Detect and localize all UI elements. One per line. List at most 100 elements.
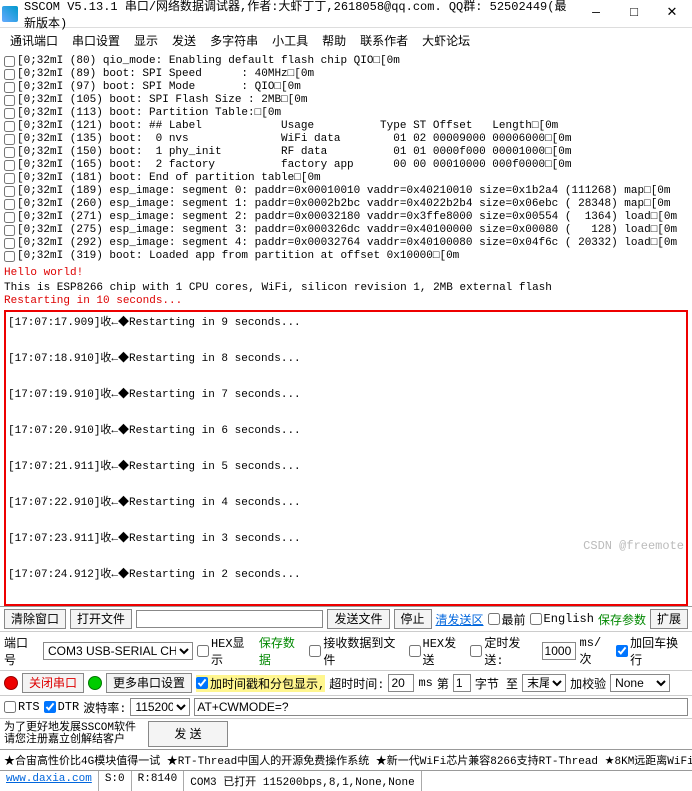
send-button[interactable]: 发 送	[148, 721, 228, 747]
menu-port[interactable]: 通讯端口	[4, 30, 64, 51]
restart-line: [17:07:24.912]收←◆Restarting in 2 seconds…	[8, 566, 684, 584]
close-port-button[interactable]: 关闭串口	[22, 673, 84, 693]
hello-line: Hello world!	[0, 265, 692, 282]
log-line-checkbox[interactable]	[4, 56, 15, 67]
log-line: [0;32mI (80) qio_mode: Enabling default …	[4, 55, 688, 68]
english-checkbox[interactable]: English	[530, 612, 594, 626]
timeout-label: 超时时间:	[329, 675, 384, 692]
restart-line: [17:07:20.910]收←◆Restarting in 6 seconds…	[8, 422, 684, 440]
log-line: [0;32mI (113) boot: Partition Table:□[0m	[4, 107, 688, 120]
timed-ms-input[interactable]	[542, 642, 576, 660]
menu-multistr[interactable]: 多字符串	[204, 30, 264, 51]
log-line-text: [0;32mI (165) boot: 2 factory factory ap…	[17, 159, 572, 172]
log-line: [0;32mI (319) boot: Loaded app from part…	[4, 250, 688, 263]
ad-bar: ★合宙高性价比4G模块值得一试 ★RT-Thread中国人的开源免费操作系统 ★…	[0, 749, 692, 770]
app-icon	[2, 6, 18, 22]
toolbar-3: 关闭串口 更多串口设置 加时间戳和分包显示, 超时时间: ms 第 字节 至 末…	[0, 670, 692, 695]
minimize-button[interactable]: —	[578, 3, 614, 25]
menu-serial[interactable]: 串口设置	[66, 30, 126, 51]
hint-line1: 为了更好地发展SSCOM软件	[4, 722, 136, 734]
save-data-link[interactable]: 保存数据	[259, 634, 306, 668]
more-settings-button[interactable]: 更多串口设置	[106, 673, 192, 693]
close-button[interactable]: ✕	[654, 3, 690, 25]
save-params-link[interactable]: 保存参数	[598, 611, 646, 628]
menu-help[interactable]: 帮助	[316, 30, 352, 51]
maximize-button[interactable]: □	[616, 3, 652, 25]
log-line-checkbox[interactable]	[4, 238, 15, 249]
port-select[interactable]: COM3 USB-SERIAL CH340	[43, 642, 193, 660]
ms-unit: ms/次	[580, 636, 613, 667]
log-line-text: [0;32mI (319) boot: Loaded app from part…	[17, 250, 459, 263]
log-line-text: [0;32mI (89) boot: SPI Speed : 40MHz□[0m	[17, 68, 314, 81]
crlf-checkbox[interactable]: 加回车换行	[616, 634, 688, 668]
log-line: [0;32mI (292) esp_image: segment 4: padd…	[4, 237, 688, 250]
menu-forum[interactable]: 大虾论坛	[416, 30, 476, 51]
byte-from-input[interactable]	[453, 674, 471, 692]
send-file-button[interactable]: 发送文件	[327, 609, 389, 629]
stop-button[interactable]: 停止	[394, 609, 432, 629]
clear-send-link[interactable]: 清发送区	[436, 611, 484, 628]
log-line: [0;32mI (189) esp_image: segment 0: padd…	[4, 185, 688, 198]
log-line-checkbox[interactable]	[4, 173, 15, 184]
menu-tools[interactable]: 小工具	[266, 30, 314, 51]
log-line-checkbox[interactable]	[4, 251, 15, 262]
menu-display[interactable]: 显示	[128, 30, 164, 51]
open-file-button[interactable]: 打开文件	[70, 609, 132, 629]
log-line: [0;32mI (121) boot: ## Label Usage Type …	[4, 120, 688, 133]
log-line-checkbox[interactable]	[4, 225, 15, 236]
rts-checkbox[interactable]: RTS	[4, 700, 40, 714]
watermark: CSDN @freemote	[583, 539, 684, 553]
log-line: [0;32mI (165) boot: 2 factory factory ap…	[4, 159, 688, 172]
toolbar-5: 为了更好地发展SSCOM软件 请您注册嘉立创解结客户 发 送	[0, 718, 692, 749]
log-line-text: [0;32mI (80) qio_mode: Enabling default …	[17, 55, 400, 68]
byte-to-select[interactable]: 末尾	[522, 674, 566, 692]
log-line-checkbox[interactable]	[4, 108, 15, 119]
file-path-input[interactable]	[136, 610, 323, 628]
chip-info: This is ESP8266 chip with 1 CPU cores, W…	[0, 282, 692, 295]
toolbar-4: RTS DTR 波特率: 115200	[0, 695, 692, 718]
log-line-checkbox[interactable]	[4, 212, 15, 223]
menu-contact[interactable]: 联系作者	[354, 30, 414, 51]
checksum-label: 加校验	[570, 675, 606, 692]
toolbar-1: 清除窗口 打开文件 发送文件 停止 清发送区 最前 English 保存参数 扩…	[0, 606, 692, 631]
log-line-checkbox[interactable]	[4, 82, 15, 93]
log-line: [0;32mI (89) boot: SPI Speed : 40MHz□[0m	[4, 68, 688, 81]
checksum-select[interactable]: None	[610, 674, 670, 692]
log-line: [0;32mI (135) boot: 0 nvs WiFi data 01 0…	[4, 133, 688, 146]
log-line-checkbox[interactable]	[4, 95, 15, 106]
hex-send-checkbox[interactable]: HEX发送	[409, 634, 467, 668]
log-line-checkbox[interactable]	[4, 160, 15, 171]
toolbar-2: 端口号 COM3 USB-SERIAL CH340 HEX显示 保存数据 接收数…	[0, 631, 692, 670]
restart-line: [17:07:19.910]收←◆Restarting in 7 seconds…	[8, 386, 684, 404]
timeout-input[interactable]	[388, 674, 414, 692]
log-line-checkbox[interactable]	[4, 147, 15, 158]
timed-send-checkbox[interactable]: 定时发送:	[470, 634, 537, 668]
status-led-green-icon	[88, 676, 102, 690]
log-line-checkbox[interactable]	[4, 134, 15, 145]
log-line-checkbox[interactable]	[4, 186, 15, 197]
topmost-checkbox[interactable]: 最前	[488, 611, 526, 628]
status-site[interactable]: www.daxia.com	[0, 771, 99, 791]
clear-window-button[interactable]: 清除窗口	[4, 609, 66, 629]
status-led-red-icon	[4, 676, 18, 690]
send-input[interactable]	[194, 698, 688, 716]
log-line-text: [0;32mI (113) boot: Partition Table:□[0m	[17, 107, 281, 120]
highlight-box: [17:07:17.909]收←◆Restarting in 9 seconds…	[4, 310, 688, 606]
log-line-text: [0;32mI (189) esp_image: segment 0: padd…	[17, 185, 671, 198]
baud-select[interactable]: 115200	[130, 698, 190, 716]
dtr-checkbox[interactable]: DTR	[44, 700, 80, 714]
menubar: 通讯端口 串口设置 显示 发送 多字符串 小工具 帮助 联系作者 大虾论坛	[0, 28, 692, 53]
log-line-text: [0;32mI (271) esp_image: segment 2: padd…	[17, 211, 677, 224]
log-line-text: [0;32mI (105) boot: SPI Flash Size : 2MB…	[17, 94, 307, 107]
log-line-text: [0;32mI (260) esp_image: segment 1: padd…	[17, 198, 671, 211]
menu-send[interactable]: 发送	[166, 30, 202, 51]
log-line-checkbox[interactable]	[4, 199, 15, 210]
timestamp-checkbox[interactable]: 加时间戳和分包显示,	[196, 675, 325, 692]
expand-button[interactable]: 扩展	[650, 609, 688, 629]
recv-to-file-checkbox[interactable]: 接收数据到文件	[309, 634, 404, 668]
ms-label: ms	[418, 676, 432, 690]
log-line: [0;32mI (275) esp_image: segment 3: padd…	[4, 224, 688, 237]
log-line-checkbox[interactable]	[4, 121, 15, 132]
log-line-checkbox[interactable]	[4, 69, 15, 80]
hex-show-checkbox[interactable]: HEX显示	[197, 634, 255, 668]
